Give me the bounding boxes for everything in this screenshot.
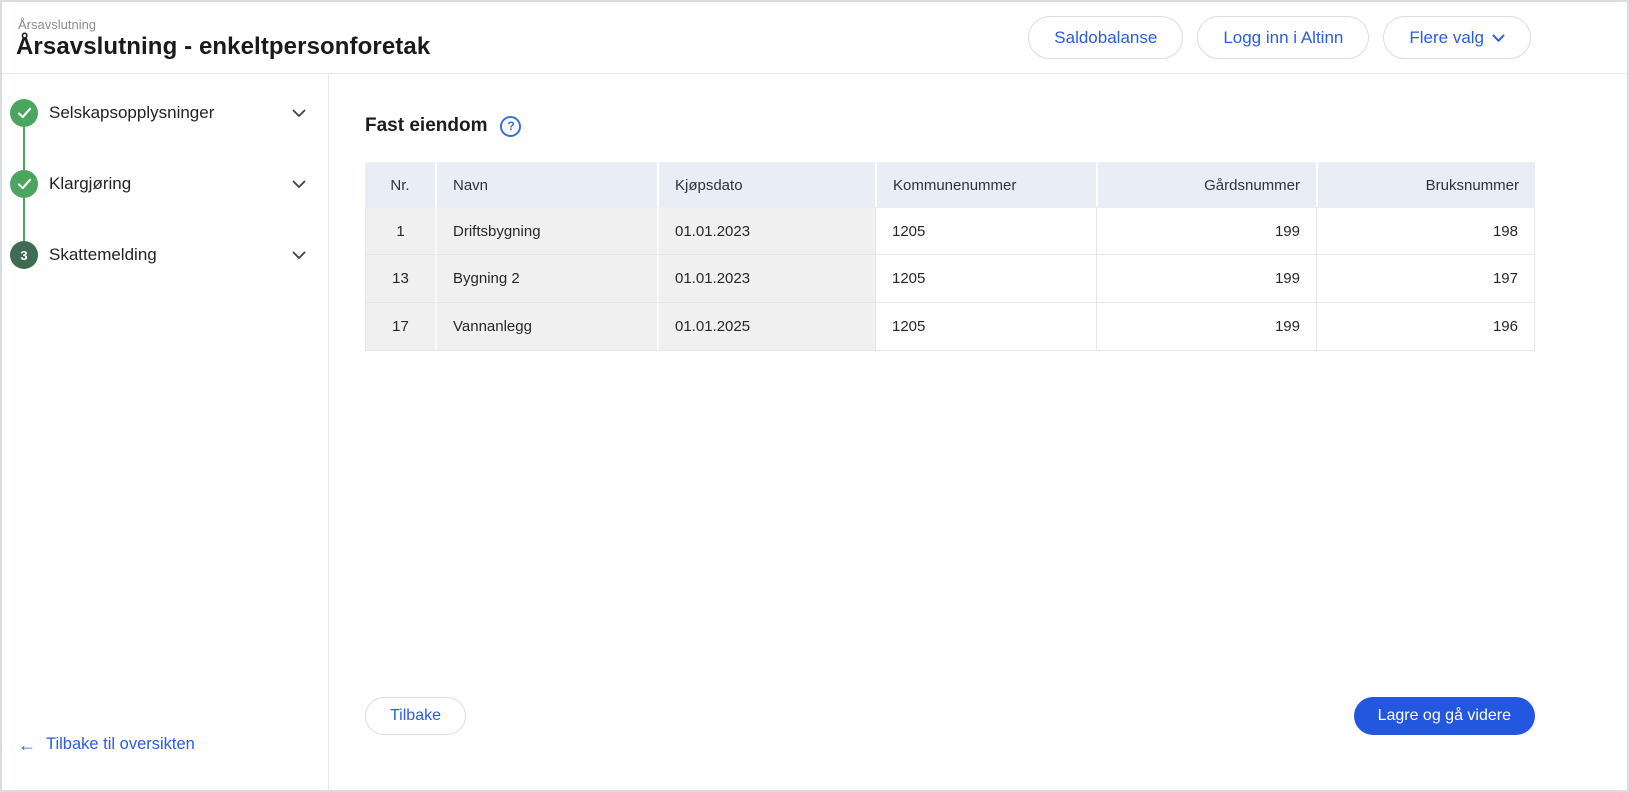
column-header-nr: Nr. (365, 162, 435, 207)
chevron-down-icon (1492, 28, 1505, 48)
cell-gardsnummer[interactable]: 199 (1096, 255, 1316, 303)
section-head: Fast eiendom ? (365, 115, 1535, 137)
more-options-button-label: Flere valg (1409, 28, 1484, 48)
column-header-bruksnummer: Bruksnummer (1316, 162, 1535, 207)
sidebar-step-skattemelding[interactable]: 3 Skattemelding (10, 241, 312, 269)
header-actions: Saldobalanse Logg inn i Altinn Flere val… (1028, 16, 1531, 59)
top-header: Årsavslutning Årsavslutning - enkeltpers… (2, 2, 1627, 74)
cell-bruksnummer[interactable]: 197 (1316, 255, 1535, 303)
table-row: 13 Bygning 2 01.01.2023 1205 199 197 (365, 255, 1535, 303)
save-and-continue-button[interactable]: Lagre og gå videre (1354, 697, 1535, 735)
step-label: Skattemelding (49, 245, 157, 265)
cell-kjopsdato: 01.01.2023 (657, 207, 875, 255)
sidebar: Selskapsopplysninger Klargjøring 3 Skatt… (2, 74, 329, 790)
body-row: Selskapsopplysninger Klargjøring 3 Skatt… (2, 74, 1627, 790)
cell-gardsnummer[interactable]: 199 (1096, 207, 1316, 255)
step-connector-line (23, 198, 25, 241)
step-label: Selskapsopplysninger (49, 103, 214, 123)
cell-gardsnummer[interactable]: 199 (1096, 303, 1316, 351)
column-header-kommunenummer: Kommunenummer (875, 162, 1096, 207)
back-to-overview-link[interactable]: ← Tilbake til oversikten (18, 735, 195, 754)
main-content: Fast eiendom ? Nr. Navn Kjøpsdato Kommun… (329, 74, 1629, 790)
step-done-check-icon (10, 99, 38, 127)
step-done-check-icon (10, 170, 38, 198)
saldobalanse-button-label: Saldobalanse (1054, 28, 1157, 48)
left-arrow-icon: ← (18, 736, 36, 754)
back-to-overview-label: Tilbake til oversikten (46, 735, 195, 754)
table-row: 17 Vannanlegg 01.01.2025 1205 199 196 (365, 303, 1535, 351)
main-footer: Tilbake Lagre og gå videre (365, 697, 1535, 735)
property-table: Nr. Navn Kjøpsdato Kommunenummer Gårdsnu… (365, 162, 1535, 351)
altinn-login-button-label: Logg inn i Altinn (1223, 28, 1343, 48)
back-button[interactable]: Tilbake (365, 697, 466, 735)
column-header-kjopsdato: Kjøpsdato (657, 162, 875, 207)
cell-navn: Driftsbygning (435, 207, 657, 255)
cell-nr: 1 (365, 207, 435, 255)
cell-kommunenummer[interactable]: 1205 (875, 303, 1096, 351)
table-header-row: Nr. Navn Kjøpsdato Kommunenummer Gårdsnu… (365, 162, 1535, 207)
help-icon[interactable]: ? (500, 116, 521, 137)
step-label: Klargjøring (49, 174, 131, 194)
cell-kjopsdato: 01.01.2025 (657, 303, 875, 351)
chevron-down-icon (292, 180, 306, 189)
sidebar-step-selskapsopplysninger[interactable]: Selskapsopplysninger (10, 99, 312, 127)
chevron-down-icon (292, 251, 306, 260)
step-connector-line (23, 127, 25, 170)
cell-kommunenummer[interactable]: 1205 (875, 255, 1096, 303)
saldobalanse-button[interactable]: Saldobalanse (1028, 16, 1183, 59)
cell-nr: 13 (365, 255, 435, 303)
table-row: 1 Driftsbygning 01.01.2023 1205 199 198 (365, 207, 1535, 255)
cell-navn: Vannanlegg (435, 303, 657, 351)
sidebar-step-klargjoring[interactable]: Klargjøring (10, 170, 312, 198)
cell-nr: 17 (365, 303, 435, 351)
column-header-gardsnummer: Gårdsnummer (1096, 162, 1316, 207)
cell-navn: Bygning 2 (435, 255, 657, 303)
section-title: Fast eiendom (365, 115, 487, 137)
more-options-button[interactable]: Flere valg (1383, 16, 1531, 59)
app-window: Årsavslutning Årsavslutning - enkeltpers… (0, 0, 1629, 792)
breadcrumb: Årsavslutning (16, 17, 430, 32)
column-header-navn: Navn (435, 162, 657, 207)
cell-bruksnummer[interactable]: 198 (1316, 207, 1535, 255)
title-block: Årsavslutning Årsavslutning - enkeltpers… (16, 15, 430, 61)
page-title: Årsavslutning - enkeltpersonforetak (16, 33, 430, 61)
cell-kjopsdato: 01.01.2023 (657, 255, 875, 303)
chevron-down-icon (292, 109, 306, 118)
step-number-badge: 3 (10, 241, 38, 269)
cell-kommunenummer[interactable]: 1205 (875, 207, 1096, 255)
cell-bruksnummer[interactable]: 196 (1316, 303, 1535, 351)
altinn-login-button[interactable]: Logg inn i Altinn (1197, 16, 1369, 59)
